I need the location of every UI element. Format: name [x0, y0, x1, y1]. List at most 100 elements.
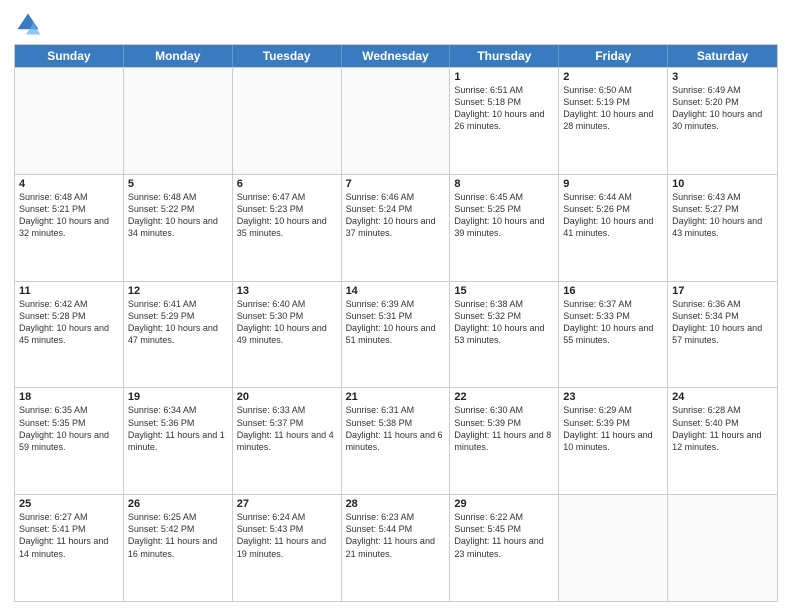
calendar-row-1: 4Sunrise: 6:48 AM Sunset: 5:21 PM Daylig… [15, 174, 777, 281]
header-friday: Friday [559, 45, 668, 67]
day-number: 3 [672, 71, 773, 83]
cell-detail: Sunrise: 6:33 AM Sunset: 5:37 PM Dayligh… [237, 404, 337, 453]
day-number: 28 [346, 498, 446, 510]
day-number: 4 [19, 178, 119, 190]
day-number: 22 [454, 391, 554, 403]
calendar-cell: 18Sunrise: 6:35 AM Sunset: 5:35 PM Dayli… [15, 388, 124, 494]
day-number: 26 [128, 498, 228, 510]
calendar-cell: 26Sunrise: 6:25 AM Sunset: 5:42 PM Dayli… [124, 495, 233, 601]
day-number: 8 [454, 178, 554, 190]
cell-detail: Sunrise: 6:27 AM Sunset: 5:41 PM Dayligh… [19, 511, 119, 560]
cell-detail: Sunrise: 6:28 AM Sunset: 5:40 PM Dayligh… [672, 404, 773, 453]
header-saturday: Saturday [668, 45, 777, 67]
cell-detail: Sunrise: 6:48 AM Sunset: 5:22 PM Dayligh… [128, 191, 228, 240]
day-number: 19 [128, 391, 228, 403]
cell-detail: Sunrise: 6:25 AM Sunset: 5:42 PM Dayligh… [128, 511, 228, 560]
cell-detail: Sunrise: 6:30 AM Sunset: 5:39 PM Dayligh… [454, 404, 554, 453]
header-tuesday: Tuesday [233, 45, 342, 67]
day-number: 16 [563, 285, 663, 297]
day-number: 27 [237, 498, 337, 510]
cell-detail: Sunrise: 6:34 AM Sunset: 5:36 PM Dayligh… [128, 404, 228, 453]
calendar-row-2: 11Sunrise: 6:42 AM Sunset: 5:28 PM Dayli… [15, 281, 777, 388]
calendar-cell: 8Sunrise: 6:45 AM Sunset: 5:25 PM Daylig… [450, 175, 559, 281]
header-wednesday: Wednesday [342, 45, 451, 67]
day-number: 5 [128, 178, 228, 190]
calendar-cell [15, 68, 124, 174]
cell-detail: Sunrise: 6:39 AM Sunset: 5:31 PM Dayligh… [346, 298, 446, 347]
calendar-cell: 24Sunrise: 6:28 AM Sunset: 5:40 PM Dayli… [668, 388, 777, 494]
cell-detail: Sunrise: 6:47 AM Sunset: 5:23 PM Dayligh… [237, 191, 337, 240]
day-number: 9 [563, 178, 663, 190]
cell-detail: Sunrise: 6:50 AM Sunset: 5:19 PM Dayligh… [563, 84, 663, 133]
cell-detail: Sunrise: 6:42 AM Sunset: 5:28 PM Dayligh… [19, 298, 119, 347]
calendar-cell: 17Sunrise: 6:36 AM Sunset: 5:34 PM Dayli… [668, 282, 777, 388]
day-number: 2 [563, 71, 663, 83]
page: Sunday Monday Tuesday Wednesday Thursday… [0, 0, 792, 612]
calendar-cell [668, 495, 777, 601]
day-number: 11 [19, 285, 119, 297]
day-number: 17 [672, 285, 773, 297]
cell-detail: Sunrise: 6:35 AM Sunset: 5:35 PM Dayligh… [19, 404, 119, 453]
header-thursday: Thursday [450, 45, 559, 67]
cell-detail: Sunrise: 6:48 AM Sunset: 5:21 PM Dayligh… [19, 191, 119, 240]
cell-detail: Sunrise: 6:43 AM Sunset: 5:27 PM Dayligh… [672, 191, 773, 240]
calendar-row-3: 18Sunrise: 6:35 AM Sunset: 5:35 PM Dayli… [15, 387, 777, 494]
calendar-cell: 9Sunrise: 6:44 AM Sunset: 5:26 PM Daylig… [559, 175, 668, 281]
day-number: 25 [19, 498, 119, 510]
calendar-cell: 20Sunrise: 6:33 AM Sunset: 5:37 PM Dayli… [233, 388, 342, 494]
cell-detail: Sunrise: 6:37 AM Sunset: 5:33 PM Dayligh… [563, 298, 663, 347]
logo-icon [14, 10, 42, 38]
cell-detail: Sunrise: 6:45 AM Sunset: 5:25 PM Dayligh… [454, 191, 554, 240]
calendar-header: Sunday Monday Tuesday Wednesday Thursday… [15, 45, 777, 67]
calendar-cell: 4Sunrise: 6:48 AM Sunset: 5:21 PM Daylig… [15, 175, 124, 281]
calendar-cell [559, 495, 668, 601]
calendar-cell: 15Sunrise: 6:38 AM Sunset: 5:32 PM Dayli… [450, 282, 559, 388]
calendar-cell: 16Sunrise: 6:37 AM Sunset: 5:33 PM Dayli… [559, 282, 668, 388]
calendar-cell: 2Sunrise: 6:50 AM Sunset: 5:19 PM Daylig… [559, 68, 668, 174]
day-number: 13 [237, 285, 337, 297]
day-number: 20 [237, 391, 337, 403]
cell-detail: Sunrise: 6:31 AM Sunset: 5:38 PM Dayligh… [346, 404, 446, 453]
calendar-cell: 11Sunrise: 6:42 AM Sunset: 5:28 PM Dayli… [15, 282, 124, 388]
cell-detail: Sunrise: 6:49 AM Sunset: 5:20 PM Dayligh… [672, 84, 773, 133]
cell-detail: Sunrise: 6:41 AM Sunset: 5:29 PM Dayligh… [128, 298, 228, 347]
day-number: 24 [672, 391, 773, 403]
day-number: 6 [237, 178, 337, 190]
cell-detail: Sunrise: 6:51 AM Sunset: 5:18 PM Dayligh… [454, 84, 554, 133]
cell-detail: Sunrise: 6:38 AM Sunset: 5:32 PM Dayligh… [454, 298, 554, 347]
calendar-cell: 21Sunrise: 6:31 AM Sunset: 5:38 PM Dayli… [342, 388, 451, 494]
calendar: Sunday Monday Tuesday Wednesday Thursday… [14, 44, 778, 602]
day-number: 21 [346, 391, 446, 403]
day-number: 18 [19, 391, 119, 403]
calendar-cell: 19Sunrise: 6:34 AM Sunset: 5:36 PM Dayli… [124, 388, 233, 494]
calendar-cell: 7Sunrise: 6:46 AM Sunset: 5:24 PM Daylig… [342, 175, 451, 281]
calendar-cell: 10Sunrise: 6:43 AM Sunset: 5:27 PM Dayli… [668, 175, 777, 281]
cell-detail: Sunrise: 6:44 AM Sunset: 5:26 PM Dayligh… [563, 191, 663, 240]
calendar-cell: 28Sunrise: 6:23 AM Sunset: 5:44 PM Dayli… [342, 495, 451, 601]
calendar-cell: 3Sunrise: 6:49 AM Sunset: 5:20 PM Daylig… [668, 68, 777, 174]
calendar-cell: 23Sunrise: 6:29 AM Sunset: 5:39 PM Dayli… [559, 388, 668, 494]
calendar-cell: 25Sunrise: 6:27 AM Sunset: 5:41 PM Dayli… [15, 495, 124, 601]
day-number: 10 [672, 178, 773, 190]
header [14, 10, 778, 38]
day-number: 29 [454, 498, 554, 510]
cell-detail: Sunrise: 6:23 AM Sunset: 5:44 PM Dayligh… [346, 511, 446, 560]
cell-detail: Sunrise: 6:29 AM Sunset: 5:39 PM Dayligh… [563, 404, 663, 453]
calendar-cell: 1Sunrise: 6:51 AM Sunset: 5:18 PM Daylig… [450, 68, 559, 174]
cell-detail: Sunrise: 6:40 AM Sunset: 5:30 PM Dayligh… [237, 298, 337, 347]
calendar-cell: 27Sunrise: 6:24 AM Sunset: 5:43 PM Dayli… [233, 495, 342, 601]
calendar-row-0: 1Sunrise: 6:51 AM Sunset: 5:18 PM Daylig… [15, 67, 777, 174]
calendar-cell: 13Sunrise: 6:40 AM Sunset: 5:30 PM Dayli… [233, 282, 342, 388]
cell-detail: Sunrise: 6:36 AM Sunset: 5:34 PM Dayligh… [672, 298, 773, 347]
calendar-cell: 22Sunrise: 6:30 AM Sunset: 5:39 PM Dayli… [450, 388, 559, 494]
cell-detail: Sunrise: 6:24 AM Sunset: 5:43 PM Dayligh… [237, 511, 337, 560]
calendar-cell: 6Sunrise: 6:47 AM Sunset: 5:23 PM Daylig… [233, 175, 342, 281]
day-number: 1 [454, 71, 554, 83]
day-number: 15 [454, 285, 554, 297]
calendar-cell: 5Sunrise: 6:48 AM Sunset: 5:22 PM Daylig… [124, 175, 233, 281]
calendar-cell: 14Sunrise: 6:39 AM Sunset: 5:31 PM Dayli… [342, 282, 451, 388]
day-number: 23 [563, 391, 663, 403]
day-number: 7 [346, 178, 446, 190]
cell-detail: Sunrise: 6:46 AM Sunset: 5:24 PM Dayligh… [346, 191, 446, 240]
calendar-cell [233, 68, 342, 174]
